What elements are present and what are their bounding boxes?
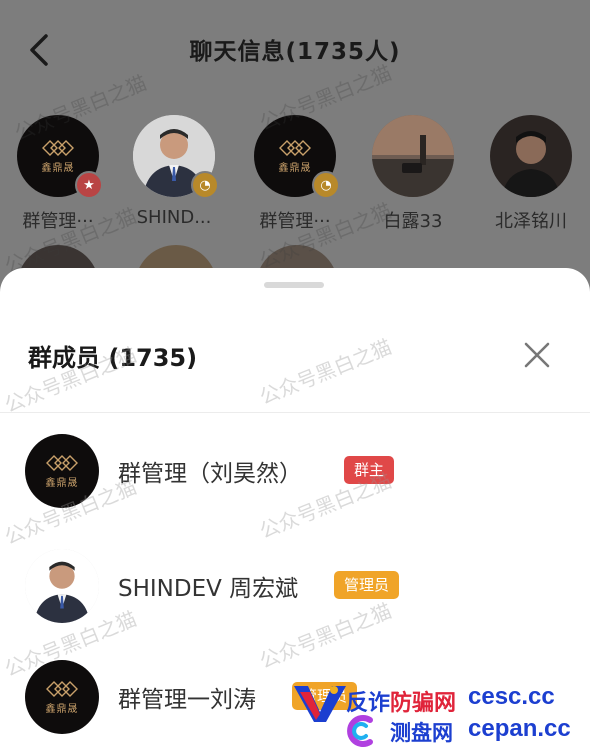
avatar: ◔: [133, 115, 219, 199]
members-sheet: 群成员 (1735) 鑫鼎晟 群管理（刘昊然） 群主 SHINDEV 周宏斌 管…: [0, 268, 590, 747]
admin-icon: ◔: [312, 171, 340, 199]
grid-member-name: 群管理···: [22, 211, 94, 232]
grid-member[interactable]: ◔ SHIND...: [119, 115, 229, 228]
c-logo-icon: [340, 714, 380, 747]
avatar: 鑫鼎晟 ◔: [254, 115, 340, 199]
chat-info-header: 聊天信息(1735人): [0, 0, 590, 100]
sheet-title: 群成员 (1735): [28, 344, 198, 372]
grid-member-name: 北泽铭川: [495, 211, 567, 232]
owner-badge: 群主: [344, 456, 395, 484]
member-name: 群管理（刘昊然）: [118, 461, 302, 487]
group-logo-avatar: 鑫鼎晟: [25, 660, 99, 734]
grid-member[interactable]: 鑫鼎晟 ★ 群管理···: [3, 115, 113, 233]
grid-member-name: SHIND...: [136, 207, 212, 228]
admin-icon: ◔: [191, 171, 219, 199]
person-avatar: [25, 549, 99, 623]
watermark: 公众号黑白之猫: [256, 334, 395, 410]
avatar: 鑫鼎晟 ★: [17, 115, 103, 199]
page-title: 聊天信息(1735人): [189, 39, 401, 65]
close-button[interactable]: [520, 338, 554, 372]
promo-domain1: cesc.cc: [468, 683, 555, 710]
promo-line1: 反诈防骗网: [346, 691, 457, 716]
grid-member[interactable]: 白露33: [358, 115, 468, 233]
street-photo-avatar: [372, 115, 454, 197]
person-avatar: [490, 115, 572, 197]
group-logo-avatar: 鑫鼎晟: [25, 434, 99, 508]
star-icon: ★: [75, 171, 103, 199]
sheet-drag-handle[interactable]: [264, 282, 324, 288]
admin-badge: 管理员: [334, 571, 400, 599]
divider: [0, 412, 590, 413]
grid-member-name: 群管理···: [259, 211, 331, 232]
member-name: SHINDEV 周宏斌: [118, 576, 299, 602]
grid-member[interactable]: 北泽铭川: [476, 115, 586, 233]
grid-member-name: 白露33: [383, 211, 443, 232]
avatar: [490, 115, 572, 197]
promo-overlay: 反诈防骗网 cesc.cc 测盘网 cepan.cc: [290, 682, 590, 747]
member-name: 群管理一刘涛: [118, 687, 256, 713]
list-item[interactable]: SHINDEV 周宏斌 管理员: [0, 549, 590, 659]
close-icon: [524, 342, 550, 368]
promo-line2: 测盘网: [390, 721, 453, 745]
promo-domain2: cepan.cc: [468, 715, 571, 742]
grid-member[interactable]: 鑫鼎晟 ◔ 群管理···: [240, 115, 350, 233]
avatar: [372, 115, 454, 197]
list-item[interactable]: 鑫鼎晟 群管理（刘昊然） 群主: [0, 434, 590, 544]
